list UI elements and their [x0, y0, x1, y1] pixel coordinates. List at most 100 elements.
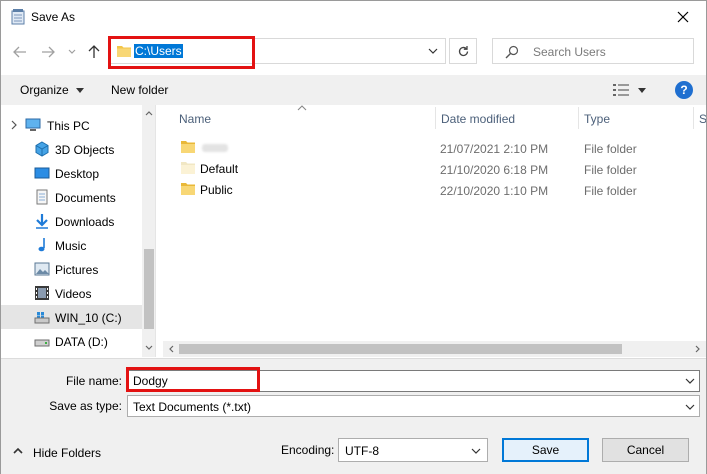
file-name-label: File name:: [65, 374, 122, 388]
horizontal-scrollbar[interactable]: [163, 341, 706, 357]
nav-scrollbar-thumb[interactable]: [144, 249, 154, 329]
horizontal-scrollbar-thumb[interactable]: [179, 344, 622, 354]
chevron-up-icon: [13, 447, 23, 454]
organize-label: Organize: [20, 83, 69, 97]
nav-item-label: Pictures: [55, 263, 99, 277]
help-button[interactable]: ?: [675, 81, 693, 99]
chevron-right-icon[interactable]: [693, 344, 703, 354]
videos-icon: [35, 286, 49, 300]
file-name: Default: [200, 162, 239, 176]
encoding-label: Encoding:: [281, 443, 335, 457]
address-row: C:\Users Search Users: [1, 33, 706, 73]
cancel-label: Cancel: [626, 443, 665, 457]
drive-d-icon: [34, 339, 50, 347]
file-date: 21/10/2020 6:18 PM: [440, 163, 549, 177]
arrow-up-icon: [88, 45, 100, 58]
nav-item-label: Desktop: [55, 167, 100, 181]
details-view-icon: [613, 84, 629, 96]
column-header-date-modified[interactable]: Date modified: [435, 105, 578, 131]
title-bar: Save As: [1, 1, 706, 32]
up-button[interactable]: [85, 43, 103, 61]
chevron-up-icon[interactable]: [144, 108, 154, 118]
column-header-label: S: [699, 112, 706, 126]
nav-item-label: DATA (D:): [55, 335, 108, 349]
folder-icon: [181, 141, 195, 153]
window-title: Save As: [31, 10, 76, 24]
navigation-pane: This PC 3D Objects Desktop Documents Dow…: [1, 105, 156, 357]
nav-item-label: Music: [55, 239, 87, 253]
nav-item-drive-c[interactable]: WIN_10 (C:): [1, 305, 142, 329]
close-button[interactable]: [660, 1, 706, 32]
save-options-panel: File name: Dodgy Save as type: Text Docu…: [1, 358, 706, 474]
organize-button[interactable]: Organize: [20, 83, 85, 97]
encoding-select[interactable]: UTF-8: [338, 438, 488, 462]
downloads-icon: [36, 214, 48, 229]
nav-item-downloads[interactable]: Downloads: [1, 209, 142, 233]
nav-item-this-pc[interactable]: This PC: [1, 113, 142, 137]
chevron-down-icon[interactable]: [427, 45, 439, 57]
file-type: File folder: [584, 163, 637, 177]
table-row[interactable]: Default 21/10/2020 6:18 PM File folder: [173, 158, 693, 179]
forward-button[interactable]: [39, 43, 57, 61]
save-label: Save: [531, 443, 560, 457]
nav-item-music[interactable]: Music: [1, 233, 142, 257]
file-name-input[interactable]: Dodgy: [127, 370, 700, 392]
music-icon: [38, 238, 45, 252]
column-header-type[interactable]: Type: [578, 105, 693, 131]
search-icon: [505, 45, 519, 59]
this-pc-icon: [25, 118, 41, 131]
help-icon: ?: [680, 83, 688, 97]
chevron-down-icon[interactable]: [685, 376, 695, 386]
file-type: File folder: [584, 142, 637, 156]
file-name: Public: [200, 183, 233, 197]
chevron-down-icon: [68, 49, 76, 54]
search-input[interactable]: Search Users: [492, 38, 694, 64]
close-icon: [677, 11, 689, 22]
cancel-button[interactable]: Cancel: [602, 438, 689, 462]
refresh-icon: [458, 45, 468, 56]
nav-item-3d-objects[interactable]: 3D Objects: [1, 137, 142, 161]
nav-item-desktop[interactable]: Desktop: [1, 161, 142, 185]
chevron-left-icon[interactable]: [166, 344, 176, 354]
new-folder-button[interactable]: New folder: [111, 83, 168, 97]
redacted-name: [202, 144, 228, 152]
column-header-name[interactable]: Name: [173, 105, 435, 131]
new-folder-label: New folder: [111, 83, 169, 97]
table-row[interactable]: 21/07/2021 2:10 PM File folder: [173, 137, 693, 158]
nav-item-label: This PC: [47, 119, 90, 133]
back-button[interactable]: [11, 43, 29, 61]
save-type-label: Save as type:: [49, 399, 122, 413]
expand-icon[interactable]: [9, 118, 19, 132]
refresh-button[interactable]: [449, 38, 477, 64]
nav-item-pictures[interactable]: Pictures: [1, 257, 142, 281]
recent-locations-button[interactable]: [63, 43, 81, 61]
address-path[interactable]: C:\Users: [134, 44, 183, 58]
pictures-icon: [34, 262, 50, 276]
file-date: 22/10/2020 1:10 PM: [440, 184, 549, 198]
column-header-label: Date modified: [441, 112, 516, 126]
nav-item-videos[interactable]: Videos: [1, 281, 142, 305]
desktop-icon: [34, 167, 50, 179]
chevron-down-icon[interactable]: [144, 343, 154, 353]
notepad-icon: [11, 9, 25, 25]
change-view-button[interactable]: [613, 82, 649, 98]
hide-folders-label: Hide Folders: [33, 446, 102, 460]
save-button[interactable]: Save: [502, 438, 589, 462]
save-type-select[interactable]: Text Documents (*.txt): [127, 395, 700, 417]
folder-icon: [181, 183, 195, 195]
table-row[interactable]: Public 22/10/2020 1:10 PM File folder: [173, 179, 693, 200]
column-header-label: Name: [179, 112, 212, 126]
address-bar[interactable]: C:\Users: [108, 38, 446, 64]
command-toolbar: Organize New folder ?: [1, 75, 706, 105]
folder-icon: [117, 46, 131, 57]
documents-icon: [36, 189, 48, 205]
nav-scrollbar[interactable]: [142, 105, 155, 357]
search-placeholder: Search Users: [533, 45, 606, 59]
file-name-value[interactable]: Dodgy: [133, 374, 168, 388]
caret-down-icon: [76, 88, 85, 94]
nav-item-documents[interactable]: Documents: [1, 185, 142, 209]
arrow-left-icon: [13, 46, 26, 58]
nav-item-drive-d[interactable]: DATA (D:): [1, 329, 142, 353]
column-header-size[interactable]: S: [693, 105, 706, 131]
file-list: Name Date modified Type S 21/07/2021 2:1…: [163, 105, 706, 357]
